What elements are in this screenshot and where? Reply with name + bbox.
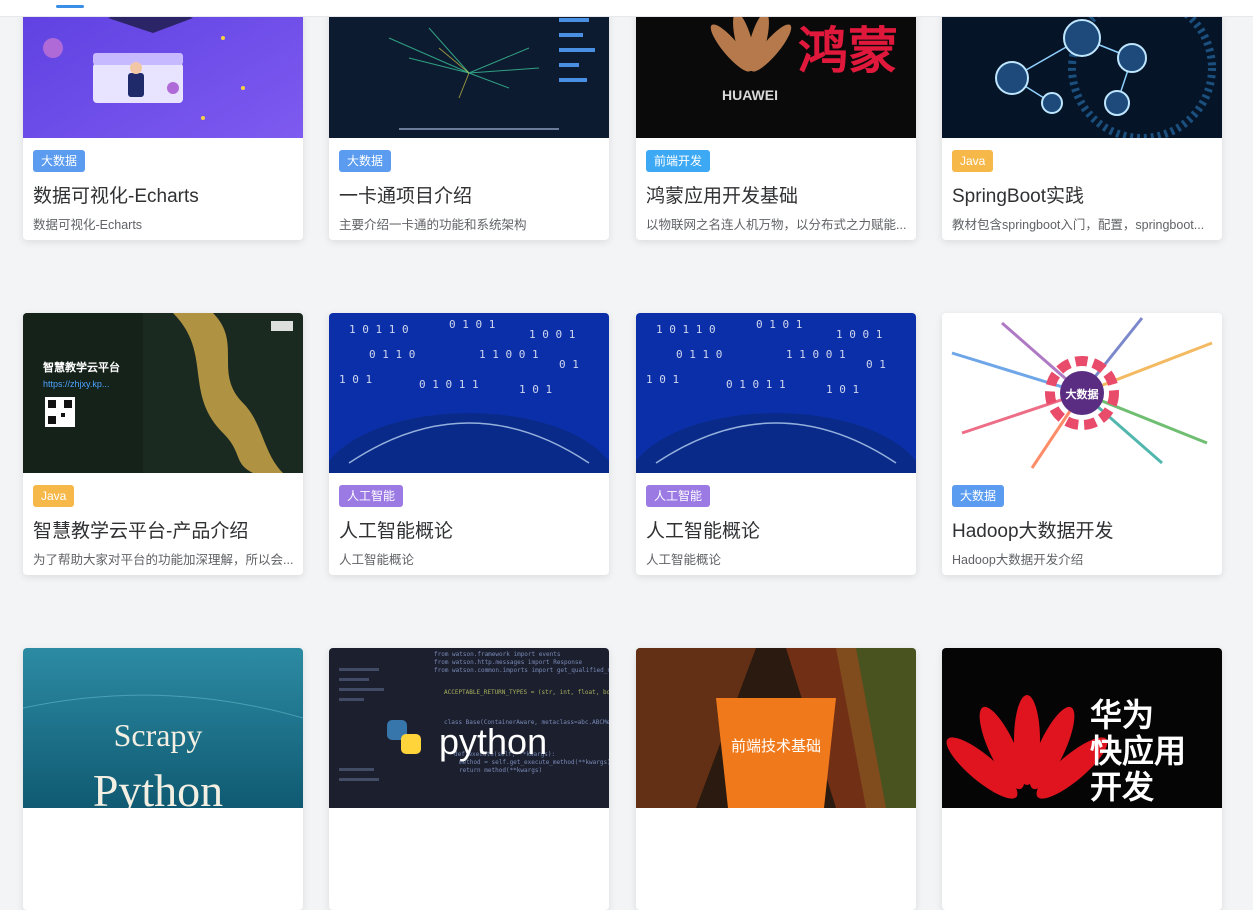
binary-earth-image: 1 0 1 1 0 0 1 0 1 1 0 0 1 0 1 1 0 1 1 0 0 1… [329, 313, 609, 473]
course-thumbnail: 智慧教学云平台 https://zhjxy.kp... [23, 313, 303, 473]
course-title: 人工智能概论 [646, 521, 761, 542]
svg-text:0 1 0 1: 0 1 0 1 [449, 318, 495, 331]
course-thumbnail: from watson.framework import events from… [329, 648, 609, 808]
course-thumbnail [329, 0, 609, 138]
course-card[interactable]: 智慧教学云平台 https://zhjxy.kp... Java 智慧教学云平台… [23, 313, 303, 575]
course-card[interactable]: HUAWEI 鸿蒙 前端开发 鸿蒙应用开发基础 以物联网之名连人机万物，以分布式… [636, 0, 916, 240]
course-title: 数据可视化-Echarts [33, 186, 199, 207]
course-thumbnail: 1 0 1 1 0 0 1 0 1 1 0 0 1 0 1 1 0 1 1 0 0 1… [329, 313, 609, 473]
course-card[interactable]: from watson.framework import events from… [329, 648, 609, 910]
svg-text:1 1 0 0 1: 1 1 0 0 1 [786, 348, 846, 361]
active-tab-indicator [56, 5, 84, 8]
course-card[interactable]: 大数据 大数据 Hadoop大数据开发 Hadoop大数据开发介绍 章8 节34… [942, 313, 1222, 575]
course-description: 人工智能概论 [339, 553, 415, 567]
svg-text:1 0 0 1: 1 0 0 1 [529, 328, 575, 341]
svg-text:0 1 0 1 1: 0 1 0 1 1 [419, 378, 479, 391]
education-illustration-image [23, 0, 303, 138]
scrapy-text: Scrapy [114, 717, 203, 753]
course-thumbnail: 前端技术基础 [636, 648, 916, 808]
course-title: Hadoop大数据开发 [952, 521, 1114, 542]
category-tag: 前端开发 [646, 150, 711, 172]
course-description: 教材包含springboot入门，配置，springboot... [952, 218, 1205, 232]
course-title: 鸿蒙应用开发基础 [646, 186, 799, 207]
platform-name-text: 智慧教学云平台 [43, 360, 120, 374]
huawei-wordmark: HUAWEI [722, 87, 778, 103]
category-tag: 大数据 [33, 150, 86, 172]
category-tag: Java [33, 485, 75, 507]
svg-text:from watson.framework import e: from watson.framework import events [434, 651, 561, 658]
svg-text:ACCEPTABLE_RETURN_TYPES = (str: ACCEPTABLE_RETURN_TYPES = (str, int, flo… [444, 689, 609, 696]
course-card[interactable]: 1 0 1 1 0 0 1 0 1 1 0 0 1 0 1 1 0 1 1 0 0 1… [329, 313, 609, 575]
svg-text:1 0 1: 1 0 1 [826, 383, 859, 396]
svg-text:0 1 0 1 1: 0 1 0 1 1 [726, 378, 786, 391]
svg-text:1 0 1 1 0: 1 0 1 1 0 [349, 323, 409, 336]
course-card[interactable]: 大数据 数据可视化-Echarts 数据可视化-Echarts 章4 节19 人… [23, 0, 303, 240]
svg-text:0 1: 0 1 [866, 358, 886, 371]
big-data-label-text: 大数据 [1066, 387, 1099, 401]
harmonyos-banner-image: HUAWEI 鸿蒙 [636, 0, 916, 138]
course-thumbnail [942, 0, 1222, 138]
platform-url-text: https://zhjxy.kp... [43, 379, 109, 389]
cloud-network-image [942, 0, 1222, 138]
quick-app-text: 快应用 [1090, 732, 1186, 770]
svg-text:1 1 0 0 1: 1 1 0 0 1 [479, 348, 539, 361]
binary-earth-image: 1 0 1 1 0 0 1 0 1 1 0 0 1 0 1 1 0 1 1 0 0 1… [636, 313, 916, 473]
course-description: 人工智能概论 [646, 553, 722, 567]
course-thumbnail: 1 0 1 1 0 0 1 0 1 1 0 0 1 0 1 1 0 1 1 0 0 1… [636, 313, 916, 473]
network-dashboard-image [329, 0, 609, 138]
svg-text:0 1 0 1: 0 1 0 1 [756, 318, 802, 331]
course-thumbnail: 大数据 [942, 313, 1222, 473]
python-logo-text: python [439, 721, 547, 762]
svg-text:1 0 1 1 0: 1 0 1 1 0 [656, 323, 716, 336]
course-grid: 大数据 数据可视化-Echarts 数据可视化-Echarts 章4 节19 人… [0, 0, 1253, 910]
course-thumbnail: Scrapy Python [23, 648, 303, 808]
big-data-wheel-image: 大数据 [942, 313, 1222, 473]
course-title: SpringBoot实践 [952, 186, 1085, 207]
course-description: Hadoop大数据开发介绍 [952, 553, 1084, 567]
course-thumbnail: 华为 快应用 开发 [942, 648, 1222, 808]
svg-text:0 1 1 0: 0 1 1 0 [676, 348, 722, 361]
course-description: 数据可视化-Echarts [33, 218, 143, 232]
category-tag: 人工智能 [339, 485, 404, 507]
svg-text:1 0 0 1: 1 0 0 1 [836, 328, 882, 341]
course-thumbnail [23, 0, 303, 138]
svg-text:1 0 1: 1 0 1 [339, 373, 372, 386]
course-card[interactable]: 华为 快应用 开发 [942, 648, 1222, 910]
harmony-logo-text: 鸿蒙 [798, 22, 898, 80]
frontend-basics-image: 前端技术基础 [636, 648, 916, 808]
course-card[interactable]: 1 0 1 1 0 0 1 0 1 1 0 0 1 0 1 1 0 1 1 0 0 1… [636, 313, 916, 575]
python-code-image: from watson.framework import events from… [329, 648, 609, 808]
category-tag: Java [952, 150, 994, 172]
course-card[interactable]: Java SpringBoot实践 教材包含springboot入门，配置，sp… [942, 0, 1222, 240]
svg-text:from watson.common.imports imp: from watson.common.imports import get_qu… [434, 667, 609, 674]
svg-text:return method(**kwargs): return method(**kwargs) [459, 767, 542, 774]
category-tag: 人工智能 [646, 485, 711, 507]
course-description: 以物联网之名连人机万物，以分布式之力赋能... [646, 218, 907, 232]
svg-text:1 0 1: 1 0 1 [646, 373, 679, 386]
course-description: 主要介绍一卡通的功能和系统架构 [339, 218, 527, 232]
huawei-cn-text: 华为 [1090, 696, 1154, 734]
course-title: 智慧教学云平台-产品介绍 [33, 521, 249, 542]
category-tag: 大数据 [952, 485, 1005, 507]
course-title: 人工智能概论 [339, 521, 454, 542]
course-card[interactable]: Scrapy Python [23, 648, 303, 910]
category-tag: 大数据 [339, 150, 392, 172]
course-card[interactable]: 前端技术基础 [636, 648, 916, 910]
frontend-title-text: 前端技术基础 [731, 737, 821, 755]
huawei-quick-app-image: 华为 快应用 开发 [942, 648, 1222, 808]
svg-text:1 0 1: 1 0 1 [519, 383, 552, 396]
course-card[interactable]: 大数据 一卡通项目介绍 主要介绍一卡通的功能和系统架构 章1 节2 人413 [329, 0, 609, 240]
course-thumbnail: HUAWEI 鸿蒙 [636, 0, 916, 138]
top-nav-bar [0, 0, 1253, 17]
platform-banner-image: 智慧教学云平台 https://zhjxy.kp... [23, 313, 303, 473]
course-description: 为了帮助大家对平台的功能加深理解，所以会... [33, 553, 294, 567]
scrapy-python-image: Scrapy Python [23, 648, 303, 808]
python-text: Python [93, 765, 223, 808]
svg-text:0 1: 0 1 [559, 358, 579, 371]
svg-text:from watson.http.messages impo: from watson.http.messages import Respons… [434, 659, 582, 666]
develop-text: 开发 [1090, 768, 1154, 806]
svg-text:0 1 1 0: 0 1 1 0 [369, 348, 415, 361]
course-title: 一卡通项目介绍 [339, 186, 473, 207]
